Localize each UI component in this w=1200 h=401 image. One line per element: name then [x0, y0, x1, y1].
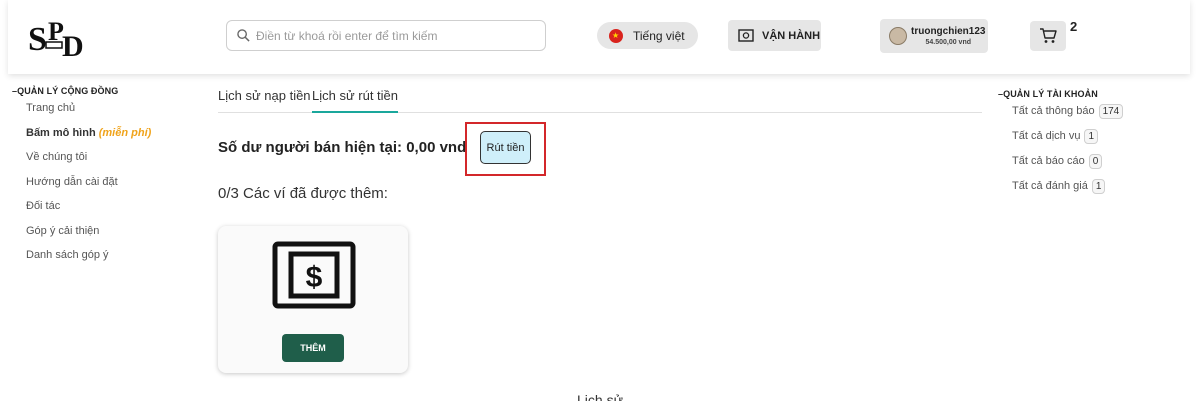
nav-item-install-guide[interactable]: Hướng dẫn cài đặt [26, 170, 192, 195]
nav-item-reviews[interactable]: Tất cả đánh giá 1 [1012, 174, 1188, 199]
nav-item-reviews-label: Tất cả đánh giá [1012, 180, 1088, 192]
free-tag: (miễn phí) [98, 126, 152, 139]
seller-balance: Số dư người bán hiện tại: 0,00 vnd [218, 139, 467, 156]
nav-item-services-label: Tất cả dịch vụ [1012, 130, 1081, 142]
history-tabs: Lịch sử nạp tiền Lịch sử rút tiền [218, 82, 982, 113]
nav-item-feedback-list[interactable]: Danh sách góp ý [26, 243, 192, 268]
logo[interactable]: S P D [28, 16, 90, 60]
operations-label: VẬN HÀNH [762, 29, 821, 42]
cash-icon [738, 29, 754, 42]
nav-item-notifications-label: Tất cả thông báo [1012, 105, 1095, 117]
count-badge: 0 [1088, 154, 1103, 169]
operations-button[interactable]: VẬN HÀNH [728, 20, 821, 51]
search-bar [226, 20, 546, 51]
nav-item-home[interactable]: Trang chủ [26, 96, 192, 121]
search-icon [237, 29, 250, 42]
nav-item-services[interactable]: Tất cả dịch vụ 1 [1012, 124, 1188, 149]
count-badge: 1 [1084, 129, 1099, 144]
cart-icon [1040, 28, 1057, 43]
nav-item-model-label: Bấm mô hình [26, 126, 96, 139]
account-nav-title: –QUẢN LÝ TÀI KHOẢN [998, 89, 1098, 99]
nav-item-partners[interactable]: Đối tác [26, 194, 192, 219]
svg-text:D: D [62, 30, 84, 60]
community-nav: –QUẢN LÝ CỘNG ĐỒNG Trang chủ Bấm mô hình… [12, 86, 192, 268]
language-label: Tiếng việt [633, 28, 685, 43]
tab-deposit-history[interactable]: Lịch sử nạp tiền [218, 88, 311, 103]
user-info: truongchien123 54.500,00 vnd [911, 26, 985, 46]
nav-item-notifications[interactable]: Tất cả thông báo 174 [1012, 99, 1188, 124]
wallets-title: 0/3 Các ví đã được thêm: [218, 185, 388, 202]
nav-item-about[interactable]: Về chúng tôi [26, 145, 192, 170]
dollar-bill-icon: $ [272, 241, 356, 309]
cart-count-badge: 2 [1070, 19, 1078, 34]
vietnam-flag-icon [609, 28, 623, 43]
svg-text:S: S [28, 21, 47, 58]
nav-item-reports[interactable]: Tất cả báo cáo 0 [1012, 149, 1188, 174]
add-wallet-button[interactable]: THÊM [282, 334, 344, 362]
user-account-button[interactable]: truongchien123 54.500,00 vnd [880, 19, 988, 53]
account-nav: –QUẢN LÝ TÀI KHOẢN Tất cả thông báo 174 … [998, 89, 1188, 199]
count-badge: 174 [1098, 104, 1124, 119]
tab-withdraw-history[interactable]: Lịch sử rút tiền [312, 88, 399, 113]
language-button[interactable]: Tiếng việt [597, 22, 698, 49]
add-wallet-card: $ THÊM [218, 226, 408, 373]
cart-button[interactable] [1030, 21, 1066, 51]
svg-text:$: $ [306, 261, 323, 294]
user-name: truongchien123 [911, 26, 986, 37]
community-nav-title: –QUẢN LÝ CỘNG ĐỒNG [12, 86, 119, 96]
nav-item-feedback[interactable]: Góp ý cải thiện [26, 219, 192, 244]
count-badge: 1 [1091, 179, 1106, 194]
withdraw-button[interactable]: Rút tiền [480, 131, 531, 164]
user-balance: 54.500,00 vnd [925, 39, 971, 46]
nav-item-model[interactable]: Bấm mô hình (miễn phí) [26, 121, 192, 146]
history-title: Lịch sử [577, 392, 623, 401]
header: S P D Tiếng việt VẬN HÀNH truongchien123… [8, 0, 1190, 74]
nav-item-reports-label: Tất cả báo cáo [1012, 155, 1085, 167]
avatar [889, 27, 907, 45]
search-input[interactable] [256, 21, 545, 50]
